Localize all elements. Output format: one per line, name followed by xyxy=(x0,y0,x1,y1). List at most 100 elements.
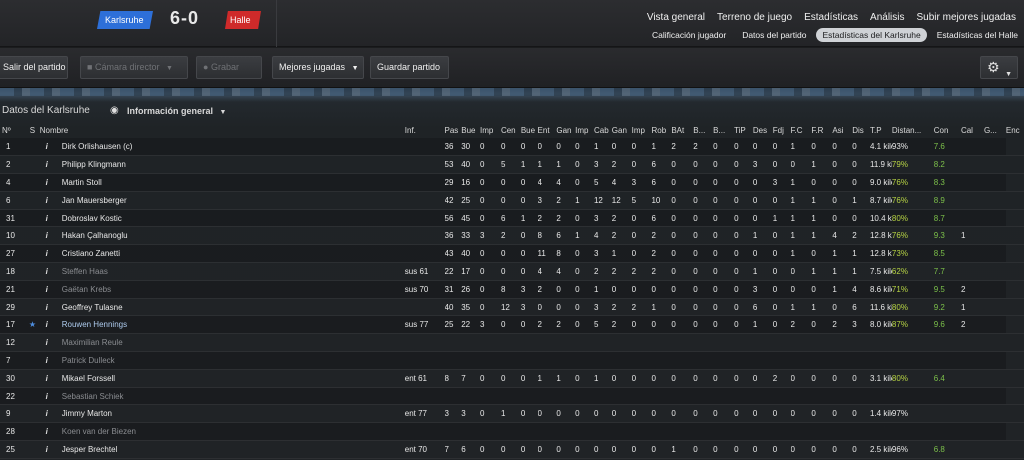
player-name[interactable]: i Sebastian Schiek xyxy=(40,387,405,405)
player-name[interactable]: i Philipp Klingmann xyxy=(40,156,405,174)
subnav-calificacion-jugador[interactable]: Calificación jugador xyxy=(646,28,732,42)
player-name[interactable]: i Jesper Brechtel xyxy=(40,441,405,459)
player-name[interactable]: i Cristiano Zanetti xyxy=(40,245,405,263)
player-name[interactable]: i Patrick Dulleck xyxy=(40,352,405,370)
column-header[interactable]: TiP xyxy=(734,122,753,138)
column-header[interactable]: Imp xyxy=(480,122,501,138)
column-header[interactable]: Enc xyxy=(1006,122,1024,138)
column-header[interactable]: B... xyxy=(693,122,713,138)
column-header[interactable]: Inf. xyxy=(405,122,445,138)
nav-analisis[interactable]: Análisis xyxy=(870,11,904,24)
settings-button[interactable]: ⚙ ▼ xyxy=(980,56,1018,79)
info-icon[interactable]: i xyxy=(40,445,54,454)
column-header[interactable]: Imp xyxy=(575,122,594,138)
player-name[interactable]: i Gaëtan Krebs xyxy=(40,280,405,298)
table-row[interactable]: 28 i Koen van der Biezen xyxy=(0,422,1024,441)
info-icon[interactable]: i xyxy=(40,196,54,205)
nav-subir-mejores-jugadas[interactable]: Subir mejores jugadas xyxy=(917,11,1017,24)
column-header[interactable]: Bue xyxy=(521,122,538,138)
column-header[interactable]: Asi xyxy=(832,122,852,138)
info-icon[interactable]: i xyxy=(40,142,54,151)
table-row[interactable]: 31 i Dobroslav Kostic 56 45 0 6 1 2 2 0 3 2 0 6 0 0 0 0 0 1 1… xyxy=(0,209,1024,227)
column-header[interactable]: Gan xyxy=(556,122,575,138)
column-header[interactable]: Imp xyxy=(632,122,652,138)
table-row[interactable]: 17 ★ i Rouwen Hennings sus 77 25 22 3 0 0 2 2 0 5 2 0 0 0… xyxy=(0,315,1024,334)
column-header[interactable]: Cab xyxy=(594,122,612,138)
nav-terreno-de-juego[interactable]: Terreno de juego xyxy=(717,11,792,24)
column-header[interactable]: S xyxy=(25,122,40,138)
table-row[interactable]: 7 i Patrick Dulleck xyxy=(0,351,1024,370)
info-icon[interactable]: i xyxy=(40,303,54,312)
info-icon[interactable]: i xyxy=(40,427,54,436)
player-name[interactable]: i Dirk Orlishausen (c) xyxy=(40,138,405,156)
eye-icon[interactable]: ◉ xyxy=(110,103,119,119)
player-name[interactable]: i Jimmy Marton xyxy=(40,405,405,423)
column-header[interactable]: Distan... xyxy=(892,122,934,138)
column-header[interactable]: Cal xyxy=(961,122,984,138)
player-name[interactable]: i Maximilian Reule xyxy=(40,334,405,352)
column-header[interactable]: Fdj xyxy=(773,122,791,138)
player-name[interactable]: i Hakan Çalhanoglu xyxy=(40,227,405,245)
table-row[interactable]: 25 i Jesper Brechtel ent 70 7 6 0 0 0 0 0 0 0 0 0 0 1 0 0 0… xyxy=(0,441,1024,459)
player-name[interactable]: i Rouwen Hennings xyxy=(40,316,405,334)
column-header[interactable]: F.R xyxy=(811,122,832,138)
record-button[interactable]: ● Grabar xyxy=(196,56,262,79)
table-row[interactable]: 18 i Steffen Haas sus 61 22 17 0 0 0 4 4 0 2 2 2 2 0 0 0 0 1… xyxy=(0,263,1024,281)
table-row[interactable]: 21 i Gaëtan Krebs sus 70 31 26 0 8 3 2 0 0 1 0 0 0 0 0 0 0 3… xyxy=(0,280,1024,299)
column-header[interactable]: Dis xyxy=(852,122,870,138)
info-icon[interactable]: i xyxy=(40,409,54,418)
column-header[interactable]: F.C xyxy=(791,122,812,138)
info-icon[interactable]: i xyxy=(40,267,54,276)
column-header[interactable]: Con xyxy=(934,122,961,138)
player-name[interactable]: i Dobroslav Kostic xyxy=(40,209,405,227)
player-name[interactable]: i Steffen Haas xyxy=(40,263,405,281)
info-icon[interactable]: i xyxy=(40,374,54,383)
info-icon[interactable]: i xyxy=(40,231,54,240)
player-name[interactable]: i Geoffrey Tulasne xyxy=(40,298,405,316)
home-team-badge[interactable]: Karlsruhe xyxy=(97,11,153,29)
table-row[interactable]: 9 i Jimmy Marton ent 77 3 3 0 1 0 0 0 0 0 0 0 0 0 0 0 0 0 0 0 0… xyxy=(0,405,1024,423)
column-header[interactable]: Ent xyxy=(538,122,557,138)
info-icon[interactable]: i xyxy=(40,214,54,223)
info-icon[interactable]: i xyxy=(40,338,54,347)
nav-estadisticas[interactable]: Estadísticas xyxy=(804,11,858,24)
subnav-estadisticas-halle[interactable]: Estadísticas del Halle xyxy=(931,28,1024,42)
column-header[interactable]: Pas xyxy=(445,122,462,138)
table-row[interactable]: 12 i Maximilian Reule xyxy=(0,334,1024,352)
subnav-estadisticas-karlsruhe[interactable]: Estadísticas del Karlsruhe xyxy=(816,28,927,42)
table-row[interactable]: 29 i Geoffrey Tulasne 40 35 0 12 3 0 0 0 3 2 2 1 0 0 0 0 6 0… xyxy=(0,298,1024,316)
column-header[interactable]: Cen xyxy=(501,122,521,138)
info-icon[interactable]: i xyxy=(40,249,54,258)
exit-match-button[interactable]: Salir del partido xyxy=(0,56,68,79)
column-header[interactable]: Des xyxy=(753,122,773,138)
column-header[interactable]: Gan xyxy=(612,122,632,138)
info-icon[interactable]: i xyxy=(40,392,54,401)
view-selector[interactable]: Información general ▼ xyxy=(127,103,226,121)
player-name[interactable]: i Jan Mauersberger xyxy=(40,191,405,209)
column-header[interactable]: Nombre xyxy=(40,122,405,138)
table-row[interactable]: 4 i Martin Stoll 29 16 0 0 0 4 4 0 5 4 3 6 0 0 0 0 0 3 1 0 0 0 9.… xyxy=(0,173,1024,192)
nav-vista-general[interactable]: Vista general xyxy=(647,11,705,24)
column-header[interactable]: Bue xyxy=(461,122,480,138)
info-icon[interactable]: i xyxy=(40,320,54,329)
player-name[interactable]: i Koen van der Biezen xyxy=(40,423,405,441)
player-name[interactable]: i Mikael Forssell xyxy=(40,369,405,387)
table-row[interactable]: 22 i Sebastian Schiek xyxy=(0,387,1024,405)
column-header[interactable]: B... xyxy=(713,122,734,138)
table-row[interactable]: 2 i Philipp Klingmann 53 40 0 5 1 1 1 0 3 2 0 6 0 0 0 0 3 0 0… xyxy=(0,156,1024,174)
director-camera-button[interactable]: ■ Cámara director ▼ xyxy=(80,56,188,79)
info-icon[interactable]: i xyxy=(40,285,54,294)
table-row[interactable]: 10 i Hakan Çalhanoglu 36 33 3 2 0 8 6 1 4 2 0 2 0 0 0 0 1 0 1… xyxy=(0,227,1024,245)
column-header[interactable]: BAt xyxy=(671,122,693,138)
player-name[interactable]: i Martin Stoll xyxy=(40,174,405,192)
column-header[interactable]: Nº xyxy=(0,122,25,138)
column-header[interactable]: T.P xyxy=(870,122,892,138)
column-header[interactable]: G... xyxy=(984,122,1006,138)
table-row[interactable]: 30 i Mikael Forssell ent 61 8 7 0 0 0 1 1 0 1 0 0 0 0 0 0 0… xyxy=(0,369,1024,388)
save-match-button[interactable]: Guardar partido xyxy=(370,56,449,79)
info-icon[interactable]: i xyxy=(40,356,54,365)
info-icon[interactable]: i xyxy=(40,160,54,169)
table-row[interactable]: 27 i Cristiano Zanetti 43 40 0 0 0 11 8 0 3 1 0 2 0 0 0 0 0… xyxy=(0,244,1024,263)
column-header[interactable]: Rob xyxy=(651,122,671,138)
table-row[interactable]: 6 i Jan Mauersberger 42 25 0 0 0 3 2 1 12 12 5 10 0 0 0 0 0… xyxy=(0,191,1024,210)
